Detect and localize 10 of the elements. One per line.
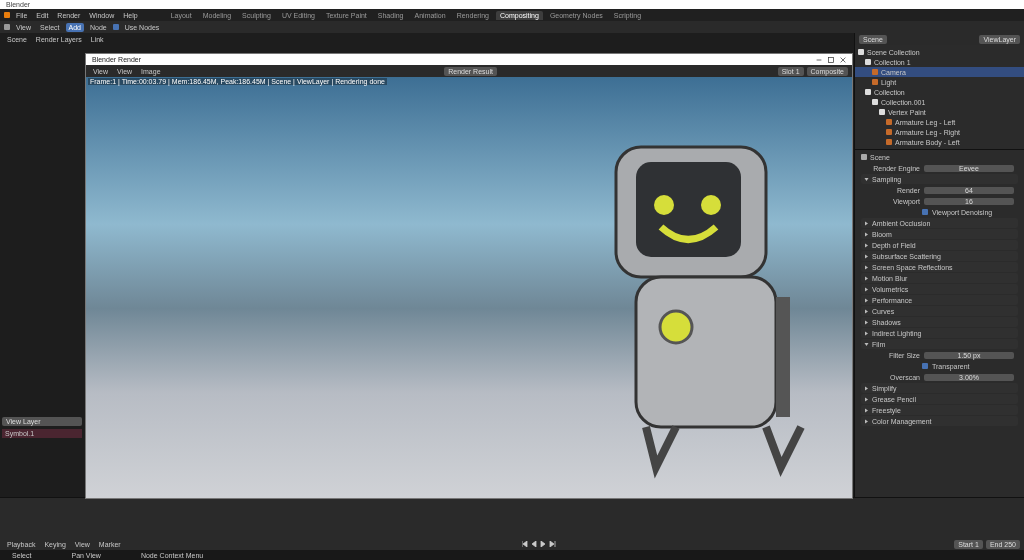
- playback-controls-icon[interactable]: [521, 541, 556, 547]
- caret-down-icon: [864, 341, 869, 347]
- maximize-icon[interactable]: [828, 56, 834, 63]
- minimize-icon[interactable]: [816, 56, 822, 63]
- checkbox[interactable]: [112, 24, 119, 30]
- checkbox[interactable]: [922, 363, 928, 369]
- caret-down-icon: [864, 176, 869, 182]
- checkbox[interactable]: [922, 209, 928, 215]
- scene-icon: [861, 154, 867, 160]
- close-icon[interactable]: [840, 56, 846, 63]
